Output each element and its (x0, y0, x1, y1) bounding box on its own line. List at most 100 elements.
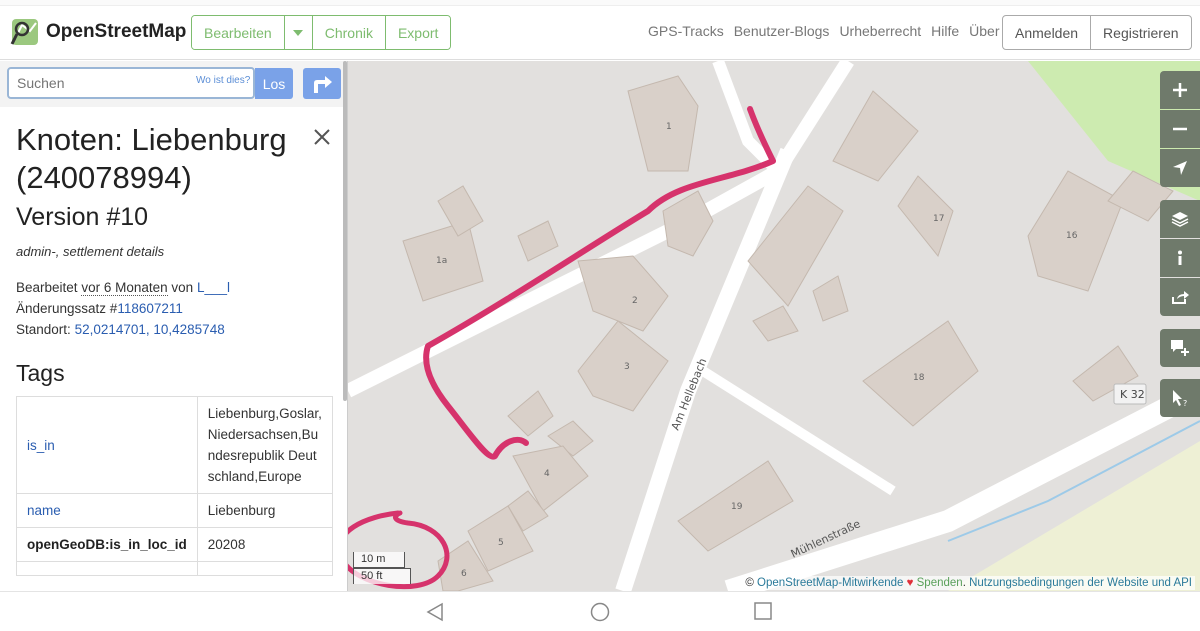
recents-icon[interactable] (754, 602, 772, 620)
house-number: 18 (913, 373, 925, 383)
node-version: Version #10 (16, 203, 149, 231)
edited-user-link[interactable]: L___l (197, 280, 230, 295)
export-button[interactable]: Export (385, 16, 451, 49)
scale-imperial: 50 ft (353, 568, 411, 584)
scale-metric: 10 m (353, 552, 405, 568)
back-icon[interactable] (426, 602, 444, 622)
signup-button[interactable]: Registrieren (1091, 16, 1190, 49)
nav-link-user-diaries[interactable]: Benutzer-Blogs (734, 23, 830, 39)
header: OpenStreetMap Bearbeiten Chronik Export … (0, 6, 1200, 60)
edit-dropdown-button[interactable] (284, 16, 313, 49)
house-number: 17 (933, 214, 944, 224)
search-bar: Wo ist dies? Los (0, 61, 347, 107)
caret-down-icon (293, 29, 304, 36)
edited-prefix: Bearbeitet (16, 280, 78, 295)
edit-button-group: Bearbeiten Chronik Export (191, 15, 452, 50)
house-number: 5 (498, 538, 504, 548)
road-ref-k32: K 32 (1113, 383, 1147, 405)
tag-value: Liebenburg (196, 493, 334, 528)
nav-link-copyright[interactable]: Urheberrecht (839, 23, 921, 39)
home-icon[interactable] (590, 602, 610, 622)
location-link[interactable]: 52,0214701, 10,4285748 (75, 322, 225, 337)
logo[interactable]: OpenStreetMap (10, 17, 186, 47)
map-key-button[interactable] (1160, 239, 1200, 277)
table-row: name Liebenburg (16, 493, 334, 528)
map-attribution: © OpenStreetMap-Mitwirkende ♥ Spenden. N… (742, 576, 1195, 590)
secondary-nav: GPS-Tracks Benutzer-Blogs Urheberrecht H… (648, 23, 1000, 39)
road-ref-label: K 32 (1120, 388, 1145, 401)
locate-button[interactable] (1160, 149, 1200, 187)
changeset-link[interactable]: 118607211 (117, 301, 183, 316)
tag-value: 20208 (196, 527, 334, 562)
node-tags-summary: admin-, settlement details (16, 244, 165, 259)
house-number: 16 (1066, 231, 1078, 241)
share-icon (1172, 291, 1189, 304)
map-view[interactable]: 1 1a 2 3 4 5 6 16 17 18 19 Am Hellebach … (348, 61, 1200, 591)
app-window: OpenStreetMap Bearbeiten Chronik Export … (0, 0, 1200, 631)
add-note-button[interactable] (1160, 329, 1200, 367)
edited-line: Bearbeitet vor 6 Monaten von L___l (16, 277, 334, 298)
close-icon[interactable] (312, 127, 332, 147)
edited-by-prefix: von (171, 280, 194, 295)
house-number: 1a (436, 256, 447, 266)
minus-icon (1173, 127, 1187, 131)
auth-buttons: Anmelden Registrieren (1002, 15, 1192, 50)
tag-key-link[interactable]: name (16, 493, 198, 528)
svg-text:?: ? (1183, 399, 1187, 407)
table-row: openGeoDB:is_in_loc_id 20208 (16, 527, 334, 562)
osm-logo-icon (10, 19, 38, 45)
zoom-in-button[interactable] (1160, 71, 1200, 109)
changeset-line: Änderungssatz #118607211 (16, 298, 334, 319)
plus-icon (1173, 83, 1187, 97)
heart-icon: ♥ (906, 577, 914, 589)
layers-icon (1171, 212, 1189, 227)
house-number: 2 (632, 296, 638, 306)
road (700, 366, 896, 496)
location-line: Standort: 52,0214701, 10,4285748 (16, 319, 334, 340)
zoom-out-button[interactable] (1160, 110, 1200, 148)
where-is-this-link[interactable]: Wo ist dies? (196, 75, 250, 86)
house-number: 1 (666, 122, 672, 132)
directions-button[interactable] (303, 68, 341, 99)
attribution-prefix: © (745, 577, 754, 589)
node-title: Knoten: Liebenburg (240078994) (16, 122, 287, 195)
table-row: is_in Liebenburg,Goslar,Niedersachsen,Bu… (16, 396, 334, 494)
nav-link-help[interactable]: Hilfe (931, 23, 959, 39)
terms-link[interactable]: Nutzungsbedingungen der Website und API (969, 577, 1192, 589)
query-icon: ? (1173, 390, 1187, 407)
house-number: 6 (461, 569, 467, 579)
table-row (16, 561, 334, 576)
house-number: 4 (544, 469, 550, 479)
directions-icon (314, 75, 332, 93)
share-button[interactable] (1160, 278, 1200, 316)
node-meta: Bearbeitet vor 6 Monaten von L___l Änder… (16, 277, 334, 340)
tag-key-link[interactable]: is_in (16, 396, 198, 494)
road (348, 61, 854, 398)
locate-icon (1173, 161, 1187, 175)
system-nav-bar (0, 591, 1200, 631)
logo-text: OpenStreetMap (46, 21, 187, 42)
edit-button[interactable]: Bearbeiten (192, 16, 285, 49)
donate-link[interactable]: Spenden (917, 577, 963, 589)
info-icon (1178, 250, 1182, 265)
sidebar-scrollbar[interactable] (343, 61, 347, 401)
sidebar: Wo ist dies? Los Knoten: Liebenburg (240… (0, 61, 348, 591)
house-number: 3 (624, 362, 630, 372)
location-prefix: Standort: (16, 322, 71, 337)
attribution-contributors-link[interactable]: OpenStreetMap-Mitwirkende (757, 577, 903, 589)
history-button[interactable]: Chronik (312, 16, 386, 49)
tags-heading: Tags (16, 360, 65, 386)
scale-bar: 10 m 50 ft (353, 552, 411, 584)
nav-link-about[interactable]: Über (969, 23, 999, 39)
query-features-button[interactable]: ? (1160, 379, 1200, 417)
note-icon (1171, 340, 1189, 356)
tag-value: Liebenburg,Goslar,Niedersachsen,Bundesre… (196, 396, 334, 494)
nav-link-gps-traces[interactable]: GPS-Tracks (648, 23, 724, 39)
node-details: Knoten: Liebenburg (240078994) Version #… (16, 121, 334, 387)
layers-button[interactable] (1160, 200, 1200, 238)
map-canvas: 1 1a 2 3 4 5 6 16 17 18 19 Am Hellebach … (348, 61, 1200, 591)
changeset-prefix: Änderungssatz # (16, 301, 118, 316)
search-go-button[interactable]: Los (255, 68, 293, 99)
tag-key: openGeoDB:is_in_loc_id (16, 527, 198, 562)
login-button[interactable]: Anmelden (1003, 16, 1092, 49)
